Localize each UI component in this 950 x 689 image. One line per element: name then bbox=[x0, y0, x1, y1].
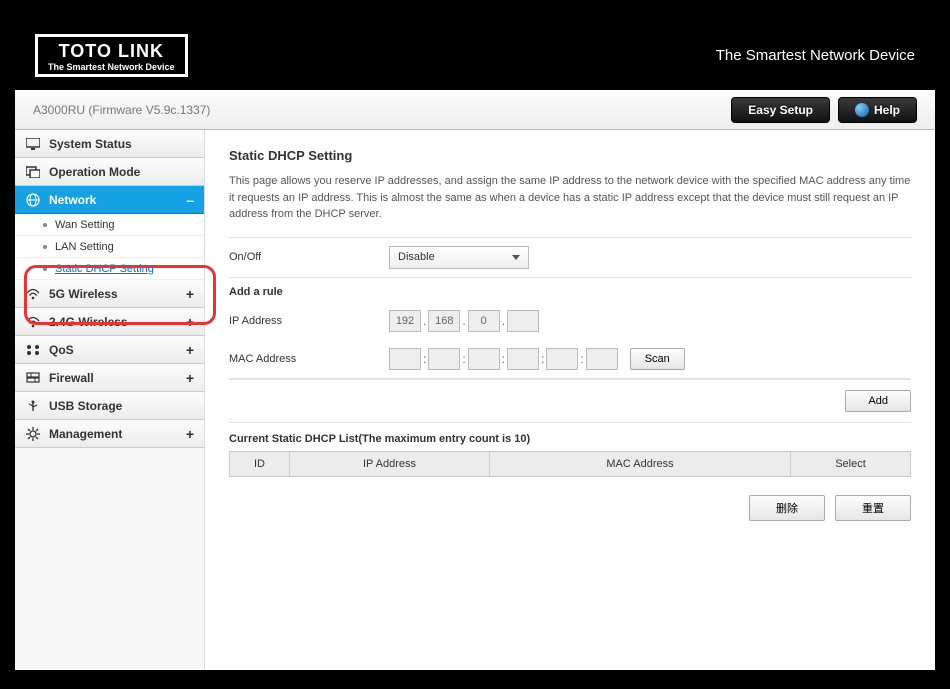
colon-sep: : bbox=[462, 352, 465, 366]
sidebar-item-usb-storage[interactable]: USB Storage bbox=[15, 392, 204, 420]
expand-icon: + bbox=[186, 342, 194, 358]
sidebar-item-5g-wireless[interactable]: 5G Wireless + bbox=[15, 280, 204, 308]
expand-icon: + bbox=[186, 286, 194, 302]
expand-icon: + bbox=[186, 426, 194, 442]
sub-item-label: LAN Setting bbox=[55, 241, 114, 253]
sidebar-item-label: QoS bbox=[49, 343, 74, 357]
mac-octet-2[interactable] bbox=[428, 348, 460, 370]
ip-octet-1[interactable] bbox=[389, 310, 421, 332]
sidebar-item-label: 2.4G Wireless bbox=[49, 315, 128, 329]
bullet-icon bbox=[43, 223, 47, 227]
usb-icon bbox=[25, 399, 41, 413]
table-header-row: ID IP Address MAC Address Select bbox=[230, 451, 911, 476]
mac-octet-5[interactable] bbox=[546, 348, 578, 370]
scan-button[interactable]: Scan bbox=[630, 348, 685, 370]
mac-octet-6[interactable] bbox=[586, 348, 618, 370]
monitor-icon bbox=[25, 137, 41, 151]
dhcp-table: ID IP Address MAC Address Select bbox=[229, 451, 911, 477]
sidebar-subitem-lan-setting[interactable]: LAN Setting bbox=[15, 236, 204, 258]
shield-icon bbox=[25, 371, 41, 385]
mac-address-group: : : : : : Scan bbox=[389, 348, 685, 370]
sidebar-item-label: Firewall bbox=[49, 371, 94, 385]
sidebar-item-system-status[interactable]: System Status bbox=[15, 130, 204, 158]
ip-octet-3[interactable] bbox=[468, 310, 500, 332]
sidebar-item-network[interactable]: Network – bbox=[15, 186, 204, 214]
easy-setup-button[interactable]: Easy Setup bbox=[731, 97, 830, 123]
colon-sep: : bbox=[541, 352, 544, 366]
ip-address-label: IP Address bbox=[229, 315, 389, 327]
logo-subtitle: The Smartest Network Device bbox=[48, 62, 175, 72]
colon-sep: : bbox=[502, 352, 505, 366]
sidebar-item-qos[interactable]: QoS + bbox=[15, 336, 204, 364]
model-firmware-label: A3000RU (Firmware V5.9c.1337) bbox=[33, 103, 210, 117]
expand-icon: + bbox=[186, 370, 194, 386]
onoff-value: Disable bbox=[398, 251, 435, 263]
help-button[interactable]: Help bbox=[838, 97, 917, 123]
globe-icon bbox=[25, 193, 41, 207]
chevron-down-icon bbox=[512, 255, 520, 260]
qos-icon bbox=[25, 343, 41, 357]
sidebar-subitem-static-dhcp[interactable]: Static DHCP Setting bbox=[15, 258, 204, 280]
collapse-icon: – bbox=[186, 192, 194, 208]
logo-text: TOTO LINK bbox=[48, 41, 175, 62]
ip-octet-4[interactable] bbox=[507, 310, 539, 332]
sidebar-item-label: Operation Mode bbox=[49, 165, 140, 179]
bullet-icon bbox=[43, 267, 47, 271]
sidebar-item-label: 5G Wireless bbox=[49, 287, 118, 301]
sidebar-item-24g-wireless[interactable]: 2.4G Wireless + bbox=[15, 308, 204, 336]
sidebar-subitem-wan-setting[interactable]: Wan Setting bbox=[15, 214, 204, 236]
expand-icon: + bbox=[186, 314, 194, 330]
mac-octet-4[interactable] bbox=[507, 348, 539, 370]
th-select: Select bbox=[791, 451, 911, 476]
ip-address-group: . . . bbox=[389, 310, 539, 332]
mode-icon bbox=[25, 165, 41, 179]
colon-sep: : bbox=[580, 352, 583, 366]
sidebar: System Status Operation Mode Network – W… bbox=[15, 130, 205, 670]
bullet-icon bbox=[43, 245, 47, 249]
gear-icon bbox=[25, 427, 41, 441]
reset-button[interactable]: 重置 bbox=[835, 495, 911, 521]
dot-sep: . bbox=[462, 314, 465, 328]
help-label: Help bbox=[874, 103, 900, 117]
sidebar-item-label: Network bbox=[49, 193, 96, 207]
colon-sep: : bbox=[423, 352, 426, 366]
sidebar-item-management[interactable]: Management + bbox=[15, 420, 204, 448]
content-area: Static DHCP Setting This page allows you… bbox=[205, 130, 935, 670]
sidebar-item-label: USB Storage bbox=[49, 399, 122, 413]
dhcp-list-title: Current Static DHCP List(The maximum ent… bbox=[229, 433, 911, 445]
help-icon bbox=[855, 103, 869, 117]
page-description: This page allows you reserve IP addresse… bbox=[229, 173, 911, 223]
tagline: The Smartest Network Device bbox=[716, 47, 915, 64]
th-id: ID bbox=[230, 451, 290, 476]
sidebar-item-firewall[interactable]: Firewall + bbox=[15, 364, 204, 392]
add-button[interactable]: Add bbox=[845, 390, 911, 412]
logo: TOTO LINK The Smartest Network Device bbox=[35, 34, 188, 77]
header-bar: TOTO LINK The Smartest Network Device Th… bbox=[15, 20, 935, 90]
page-title: Static DHCP Setting bbox=[229, 148, 911, 163]
wifi-icon bbox=[25, 287, 41, 301]
sidebar-item-operation-mode[interactable]: Operation Mode bbox=[15, 158, 204, 186]
dot-sep: . bbox=[423, 314, 426, 328]
th-mac: MAC Address bbox=[490, 451, 791, 476]
delete-button[interactable]: 删除 bbox=[749, 495, 825, 521]
sub-item-label: Wan Setting bbox=[55, 219, 115, 231]
sub-item-label: Static DHCP Setting bbox=[55, 263, 154, 275]
sidebar-item-label: Management bbox=[49, 427, 122, 441]
mac-octet-1[interactable] bbox=[389, 348, 421, 370]
dot-sep: . bbox=[502, 314, 505, 328]
add-rule-heading: Add a rule bbox=[229, 277, 911, 302]
th-ip: IP Address bbox=[290, 451, 490, 476]
subheader-bar: A3000RU (Firmware V5.9c.1337) Easy Setup… bbox=[15, 90, 935, 130]
mac-address-label: MAC Address bbox=[229, 353, 389, 365]
ip-octet-2[interactable] bbox=[428, 310, 460, 332]
wifi-icon bbox=[25, 315, 41, 329]
mac-octet-3[interactable] bbox=[468, 348, 500, 370]
onoff-label: On/Off bbox=[229, 251, 389, 263]
sidebar-item-label: System Status bbox=[49, 137, 132, 151]
onoff-select[interactable]: Disable bbox=[389, 246, 529, 269]
